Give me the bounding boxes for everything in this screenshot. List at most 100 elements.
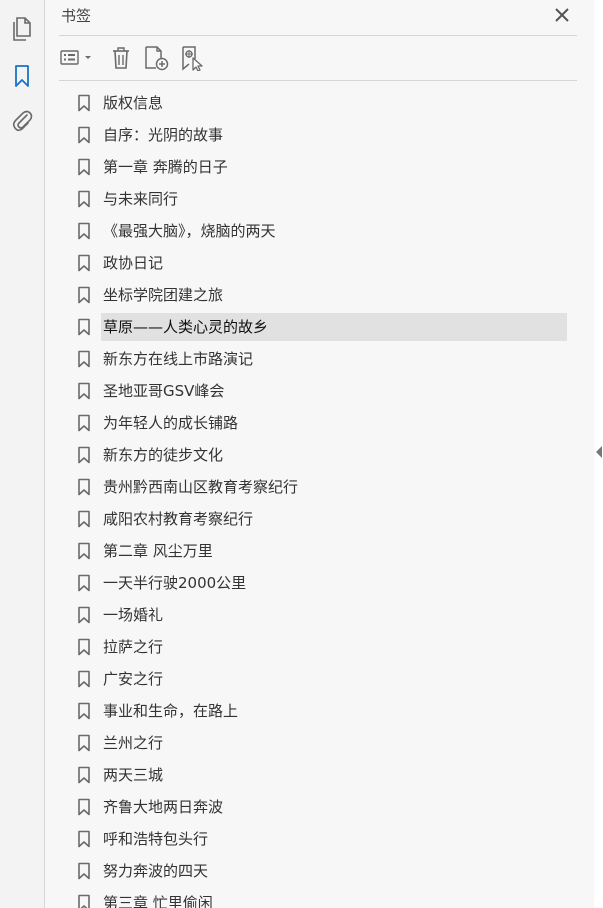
- attachments-button[interactable]: [8, 107, 36, 135]
- header-divider: [59, 35, 577, 36]
- bookmark-item[interactable]: 版权信息: [59, 89, 567, 117]
- triangle-left-icon: [596, 446, 602, 458]
- attachment-icon: [12, 110, 33, 132]
- delete-bookmark-button[interactable]: [109, 44, 133, 72]
- bookmark-label: 广安之行: [103, 670, 164, 688]
- bookmark-icon: [78, 798, 90, 816]
- bookmark-label: 呼和浩特包头行: [103, 830, 209, 848]
- bookmark-from-selection-button[interactable]: [179, 44, 207, 72]
- bookmark-icon: [78, 670, 90, 688]
- bookmark-list: 版权信息自序：光阴的故事 第一章 奔腾的日子 与未来同行《最强大脑》，烧脑的两天 政协…: [59, 86, 567, 908]
- bookmark-label: 两天三城: [103, 766, 164, 784]
- bookmark-icon: [78, 350, 90, 368]
- new-bookmark-icon: [145, 46, 169, 71]
- bookmark-icon: [78, 286, 90, 304]
- bookmark-label: 第三章 忙里偷闲: [103, 894, 213, 908]
- bookmark-icon: [78, 606, 90, 624]
- bookmark-item[interactable]: 新东方的徒步文化: [59, 441, 567, 469]
- bookmark-item[interactable]: 一场婚礼: [59, 601, 567, 629]
- toolbar-divider: [59, 80, 577, 81]
- bookmark-icon: [78, 222, 90, 240]
- bookmark-item[interactable]: 坐标学院团建之旅: [59, 281, 567, 309]
- bookmark-icon: [15, 65, 29, 87]
- bookmark-label: 咸阳农村教育考察纪行: [103, 510, 254, 528]
- bookmark-label: 新东方的徒步文化: [103, 446, 224, 464]
- bookmark-label: 政协日记: [103, 254, 164, 272]
- bookmark-icon: [78, 414, 90, 432]
- bookmark-item[interactable]: 兰州之行: [59, 729, 567, 757]
- bookmark-label: 自序：光阴的故事: [103, 126, 224, 144]
- bookmark-item[interactable]: 广安之行: [59, 665, 567, 693]
- bookmark-label: 圣地亚哥GSV峰会: [103, 382, 225, 400]
- bookmark-label: 《最强大脑》，烧脑的两天: [103, 222, 276, 240]
- panel-title: 书签: [61, 7, 92, 25]
- bookmark-icon: [78, 702, 90, 720]
- bookmark-item[interactable]: 事业和生命，在路上: [59, 697, 567, 725]
- bookmark-icon: [78, 734, 90, 752]
- bookmark-icon: [78, 542, 90, 560]
- bookmark-from-selection-icon: [182, 46, 203, 71]
- bookmark-icon: [78, 894, 90, 908]
- bookmark-item[interactable]: 新东方在线上市路演记: [59, 345, 567, 373]
- bookmark-label: 草原——人类心灵的故乡: [101, 313, 567, 341]
- bookmark-label: 兰州之行: [103, 734, 164, 752]
- bookmark-item[interactable]: 咸阳农村教育考察纪行: [59, 505, 567, 533]
- bookmark-icon: [78, 254, 90, 272]
- page-thumbnails-button[interactable]: [8, 15, 36, 43]
- trash-icon: [113, 47, 129, 69]
- bookmark-icon: [78, 830, 90, 848]
- bookmark-icon: [78, 478, 90, 496]
- bookmark-item[interactable]: 与未来同行: [59, 185, 567, 213]
- bookmark-label: 新东方在线上市路演记: [103, 350, 254, 368]
- bookmark-label: 一场婚礼: [103, 606, 164, 624]
- navigation-rail: [0, 0, 45, 908]
- bookmark-label: 努力奔波的四天: [103, 862, 209, 880]
- bookmark-label: 第二章 风尘万里: [103, 542, 213, 560]
- bookmark-icon: [78, 862, 90, 880]
- bookmark-item[interactable]: 一天半行驶2000公里: [59, 569, 567, 597]
- bookmark-label: 与未来同行: [103, 190, 179, 208]
- bookmarks-button[interactable]: [8, 62, 36, 90]
- close-icon: [555, 8, 569, 22]
- options-menu-icon: [60, 50, 91, 65]
- bookmark-item[interactable]: 呼和浩特包头行: [59, 825, 567, 853]
- bookmark-item[interactable]: 政协日记: [59, 249, 567, 277]
- bookmark-label: 版权信息: [103, 94, 164, 112]
- bookmark-label: 拉萨之行: [103, 638, 164, 656]
- bookmark-item[interactable]: 为年轻人的成长铺路: [59, 409, 567, 437]
- bookmark-icon: [78, 94, 90, 112]
- close-panel-button[interactable]: [553, 6, 571, 24]
- bookmark-label: 齐鲁大地两日奔波: [103, 798, 224, 816]
- pages-icon: [13, 17, 31, 41]
- bookmark-icon: [78, 382, 90, 400]
- bookmarks-panel: 书签 版权信息 自序：光阴的故事 第一章 奔腾的日子 与未来同行 《最强大脑》，…: [45, 0, 594, 908]
- bookmark-item[interactable]: 努力奔波的四天: [59, 857, 567, 885]
- bookmark-item[interactable]: 《最强大脑》，烧脑的两天: [59, 217, 567, 245]
- bookmark-item[interactable]: 齐鲁大地两日奔波: [59, 793, 567, 821]
- bookmark-icon: [78, 638, 90, 656]
- bookmark-label: 事业和生命，在路上: [103, 702, 239, 720]
- bookmark-icon: [78, 766, 90, 784]
- bookmark-item[interactable]: 拉萨之行: [59, 633, 567, 661]
- bookmark-label: 为年轻人的成长铺路: [103, 414, 239, 432]
- bookmark-label: 第一章 奔腾的日子: [103, 158, 228, 176]
- bookmark-item[interactable]: 第三章 忙里偷闲: [59, 889, 567, 908]
- bookmark-item[interactable]: 自序：光阴的故事: [59, 121, 567, 149]
- bookmark-item[interactable]: 两天三城: [59, 761, 567, 789]
- options-menu-button[interactable]: [59, 44, 97, 72]
- bookmark-icon: [78, 574, 90, 592]
- bookmarks-toolbar: [59, 44, 579, 74]
- bookmark-item[interactable]: 贵州黔西南山区教育考察纪行: [59, 473, 567, 501]
- collapse-panel-handle[interactable]: [595, 444, 603, 460]
- bookmark-item[interactable]: 草原——人类心灵的故乡: [59, 313, 567, 341]
- bookmark-icon: [78, 158, 90, 176]
- bookmark-item[interactable]: 第二章 风尘万里: [59, 537, 567, 565]
- bookmark-label: 坐标学院团建之旅: [103, 286, 224, 304]
- bookmark-icon: [78, 318, 90, 336]
- bookmark-icon: [78, 126, 90, 144]
- bookmark-icon: [78, 510, 90, 528]
- bookmark-item[interactable]: 圣地亚哥GSV峰会: [59, 377, 567, 405]
- new-bookmark-button[interactable]: [143, 44, 171, 72]
- bookmark-item[interactable]: 第一章 奔腾的日子: [59, 153, 567, 181]
- bookmark-icon: [78, 446, 90, 464]
